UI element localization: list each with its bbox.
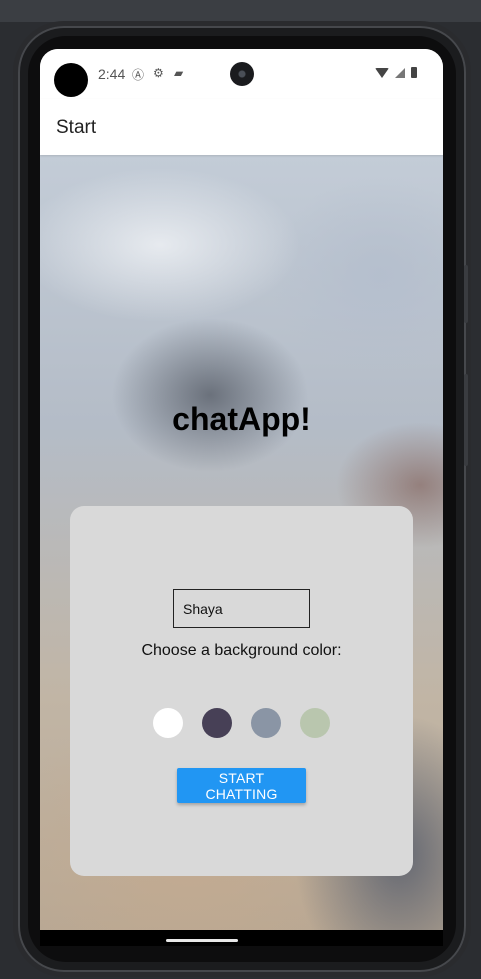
front-camera <box>230 62 254 86</box>
signal-icon <box>395 67 405 78</box>
battery-icon <box>411 67 417 78</box>
sd-card-icon: ▰ <box>174 66 184 80</box>
volume-button[interactable] <box>464 374 468 466</box>
start-chatting-button[interactable]: START CHATTING <box>177 768 306 803</box>
wifi-icon <box>375 67 389 78</box>
name-input[interactable] <box>173 589 310 628</box>
color-prompt: Choose a background color: <box>141 642 342 659</box>
avatar <box>54 63 88 97</box>
color-swatch-dark-purple[interactable] <box>202 708 232 738</box>
color-swatch-slate[interactable] <box>251 708 281 738</box>
a-circle-icon: Ⓐ <box>132 68 145 82</box>
power-button[interactable] <box>464 265 468 323</box>
status-time: 2:44 <box>98 66 126 82</box>
app-title: chatApp! <box>172 401 311 437</box>
background-image: chatApp! Choose a background color: STAR… <box>40 155 443 930</box>
emulator-toolbar <box>0 0 481 22</box>
gear-s-icon: ⚙ <box>153 66 164 80</box>
start-card: Choose a background color: START CHATTIN… <box>70 506 413 876</box>
phone-screen: 2:44 Ⓐ ⚙ ▰ Start chatApp! Choose a backg… <box>40 49 443 946</box>
navigation-bar <box>40 930 443 946</box>
color-swatch-white[interactable] <box>153 708 183 738</box>
color-swatch-sage[interactable] <box>300 708 330 738</box>
app-bar: Start <box>40 99 443 155</box>
home-gesture-handle[interactable] <box>166 939 238 942</box>
status-bar: 2:44 Ⓐ ⚙ ▰ <box>40 49 443 99</box>
screen-title: Start <box>56 117 97 138</box>
color-swatches <box>153 708 330 738</box>
